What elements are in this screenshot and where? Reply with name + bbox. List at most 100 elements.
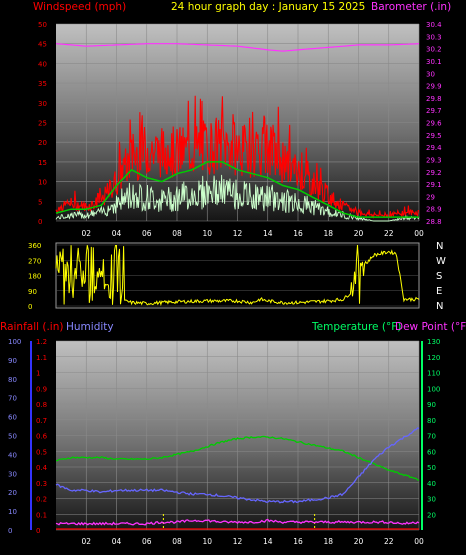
temp-x-tick-label: 16 [293, 537, 303, 546]
wind-x-tick-label: 14 [263, 229, 273, 238]
wind-x-tick-label: 12 [233, 229, 243, 238]
wind-tick-label: 0 [38, 218, 42, 226]
temp-tick-label: 60 [427, 448, 436, 456]
wind-tick-label: 10 [38, 179, 47, 187]
compass-label: S [436, 271, 442, 282]
temp-tick-label: 110 [427, 370, 440, 378]
compass-label: W [436, 256, 446, 267]
dewpoint-axis-title: Dew Point (°F) [395, 321, 466, 333]
barometer-tick-label: 29.8 [426, 95, 442, 103]
wind-tick-label: 45 [38, 41, 47, 49]
temp-x-tick-label: 00 [414, 537, 424, 546]
barometer-tick-label: 29.7 [426, 107, 442, 115]
wind-x-tick-label: 08 [172, 229, 182, 238]
wind-x-tick-label: 04 [112, 229, 122, 238]
direction-tick-label: 360 [28, 242, 41, 250]
humidity-axis-title: Humidity [66, 321, 114, 333]
temp-x-tick-label: 20 [354, 537, 364, 546]
temp-tick-label: 90 [427, 401, 436, 409]
humidity-tick-label: 50 [8, 433, 17, 441]
barometer-tick-label: 28.9 [426, 206, 442, 214]
barometer-tick-label: 29.2 [426, 169, 442, 177]
temp-x-tick-label: 10 [202, 537, 212, 546]
rain-tick-label: 0.9 [36, 385, 47, 393]
wind-tick-label: 50 [38, 21, 47, 29]
wind-x-tick-label: 02 [81, 229, 91, 238]
humidity-tick-label: 60 [8, 414, 17, 422]
temp-x-tick-label: 04 [112, 537, 122, 546]
temp-tick-label: 100 [427, 385, 440, 393]
rain-tick-label: 0.1 [36, 511, 47, 519]
temp-x-tick-label: 18 [323, 537, 333, 546]
barometer-tick-label: 29.4 [426, 144, 442, 152]
barometer-tick-label: 29.1 [426, 181, 442, 189]
wind-tick-label: 30 [38, 100, 47, 108]
barometer-tick-label: 28.8 [426, 218, 442, 226]
wind-axis-title: Windspeed (mph) [33, 1, 126, 13]
barometer-tick-label: 30.1 [426, 58, 442, 66]
temp-x-tick-label: 14 [263, 537, 273, 546]
temp-x-tick-label: 08 [172, 537, 182, 546]
rain-tick-label: 0.8 [36, 401, 47, 409]
direction-tick-label: 180 [28, 273, 41, 281]
wind-tick-label: 25 [38, 120, 47, 128]
humidity-tick-label: 40 [8, 451, 17, 459]
wind-tick-label: 40 [38, 60, 47, 68]
wind-x-tick-label: 22 [384, 229, 394, 238]
wind-tick-label: 20 [38, 139, 47, 147]
humidity-tick-label: 70 [8, 395, 17, 403]
temp-tick-label: 40 [427, 480, 436, 488]
humidity-tick-label: 0 [8, 527, 12, 535]
temp-tick-label: 120 [427, 354, 440, 362]
wind-x-tick-label: 06 [142, 229, 152, 238]
rain-tick-label: 1 [36, 370, 40, 378]
temp-tick-label: 80 [427, 417, 436, 425]
humidity-tick-label: 80 [8, 376, 17, 384]
wind-x-tick-label: 20 [354, 229, 364, 238]
chart-title: 24 hour graph day : January 15 2025 [171, 1, 365, 13]
temp-tick-label: 20 [427, 511, 436, 519]
weather-graph-svg: Windspeed (mph) 24 hour graph day : Janu… [0, 1, 466, 546]
barometer-tick-label: 29 [426, 193, 435, 201]
wind-tick-label: 35 [38, 80, 47, 88]
temp-tick-label: 30 [427, 496, 436, 504]
humidity-tick-label: 90 [8, 357, 17, 365]
humidity-tick-label: 30 [8, 470, 17, 478]
temp-x-tick-label: 22 [384, 537, 394, 546]
direction-tick-label: 270 [28, 257, 41, 265]
rain-tick-label: 0.2 [36, 496, 47, 504]
temp-x-tick-label: 06 [142, 537, 152, 546]
temperature-axis-title: Temperature (°F) [311, 321, 401, 333]
barometer-tick-label: 30.2 [426, 46, 442, 54]
rain-tick-label: 0 [36, 527, 40, 535]
wind-tick-label: 5 [38, 198, 42, 206]
humidity-tick-label: 100 [8, 338, 21, 346]
rain-tick-label: 0.4 [36, 464, 48, 472]
rain-tick-label: 0.3 [36, 480, 47, 488]
wind-tick-label: 15 [38, 159, 47, 167]
temp-tick-label: 70 [427, 433, 436, 441]
temp-x-tick-label: 12 [233, 537, 243, 546]
wind-x-tick-label: 18 [323, 229, 333, 238]
direction-tick-label: 0 [28, 303, 32, 311]
barometer-tick-label: 30.3 [426, 33, 442, 41]
barometer-tick-label: 30.4 [426, 21, 442, 29]
barometer-tick-label: 29.3 [426, 156, 442, 164]
temp-x-tick-label: 02 [81, 537, 91, 546]
weather-graph-page: Windspeed (mph) 24 hour graph day : Janu… [0, 0, 466, 555]
rainfall-axis-title: Rainfall (.in) [0, 321, 63, 333]
rain-tick-label: 0.7 [36, 417, 47, 425]
temp-tick-label: 130 [427, 338, 440, 346]
rain-tick-label: 1.1 [36, 354, 47, 362]
barometer-tick-label: 30 [426, 70, 435, 78]
rain-tick-label: 1.2 [36, 338, 47, 346]
rain-tick-label: 0.6 [36, 433, 48, 441]
barometer-tick-label: 29.6 [426, 120, 442, 128]
barometer-axis-title: Barometer (.in) [371, 1, 451, 13]
rain-tick-label: 0.5 [36, 448, 47, 456]
barometer-tick-label: 29.9 [426, 83, 442, 91]
barometer-tick-label: 29.5 [426, 132, 442, 140]
wind-x-tick-label: 10 [202, 229, 212, 238]
humidity-tick-label: 10 [8, 508, 17, 516]
wind-x-tick-label: 16 [293, 229, 303, 238]
